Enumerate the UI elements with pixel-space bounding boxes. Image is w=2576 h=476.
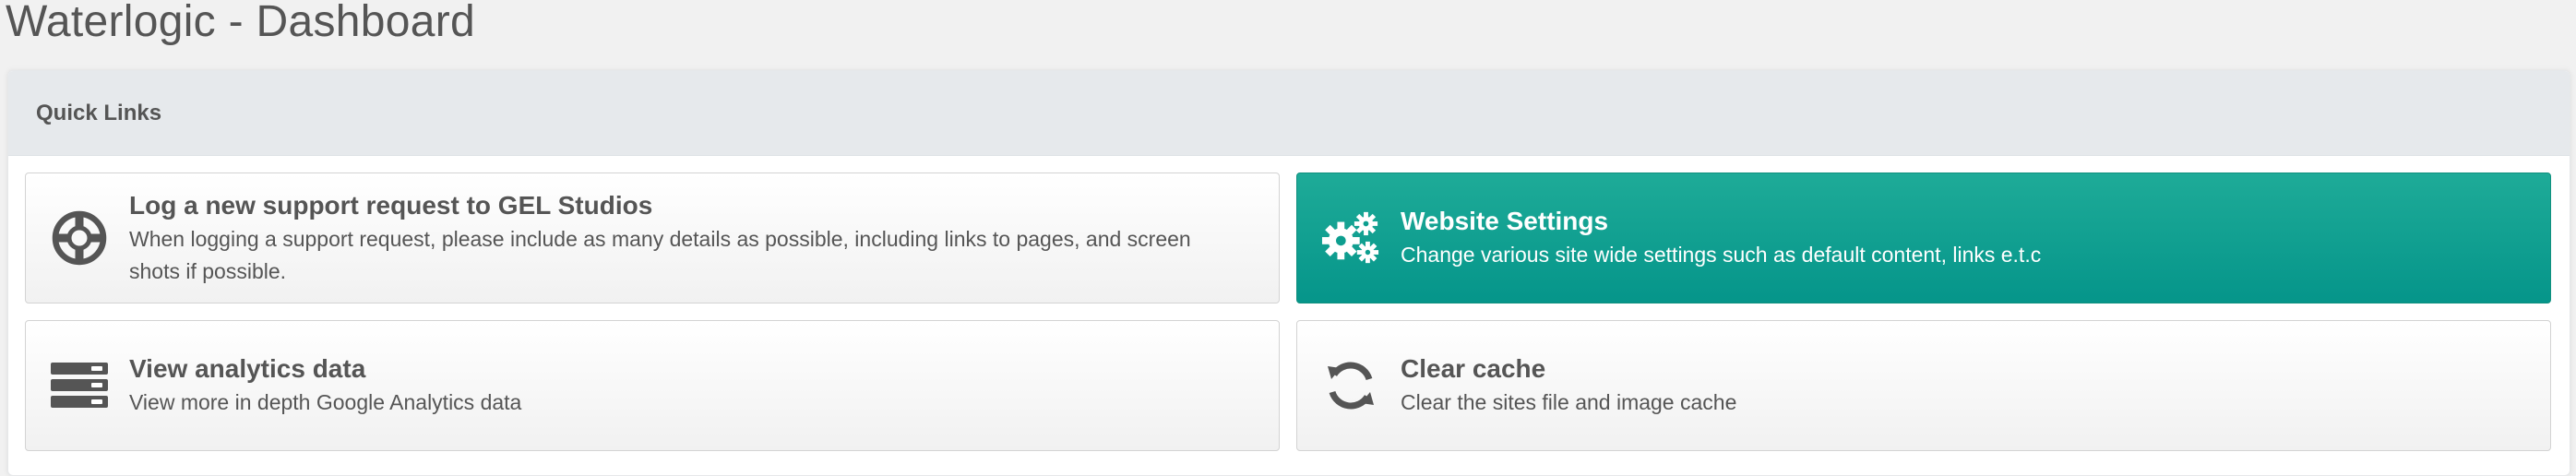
gears-icon [1321,208,1380,268]
tile-description: Clear the sites file and image cache [1401,390,1737,414]
clear-cache-link[interactable]: Clear cache Clear the sites file and ima… [1296,320,2551,451]
lifebuoy-icon [50,208,109,268]
view-analytics-link[interactable]: View analytics data View more in depth G… [25,320,1280,451]
tile-description: When logging a support request, please i… [129,226,1191,283]
tile-title: View analytics data [129,354,366,383]
tile-title: Log a new support request to GEL Studios [129,190,653,220]
tile-title: Website Settings [1401,207,1609,235]
refresh-icon [1321,356,1380,415]
tile-title: Clear cache [1401,354,1546,383]
server-icon [50,356,109,415]
website-settings-link[interactable]: Website Settings Change various site wid… [1296,173,2551,303]
quick-links-panel: Quick Links Log a new support request to… [7,70,2570,476]
support-request-link[interactable]: Log a new support request to GEL Studios… [25,173,1280,303]
page-title: Waterlogic - Dashboard [6,0,476,46]
tile-description: View more in depth Google Analytics data [129,390,522,414]
tile-description: Change various site wide settings such a… [1401,243,2042,267]
panel-heading: Quick Links [8,71,2570,156]
quick-links-grid: Log a new support request to GEL Studios… [8,156,2570,468]
